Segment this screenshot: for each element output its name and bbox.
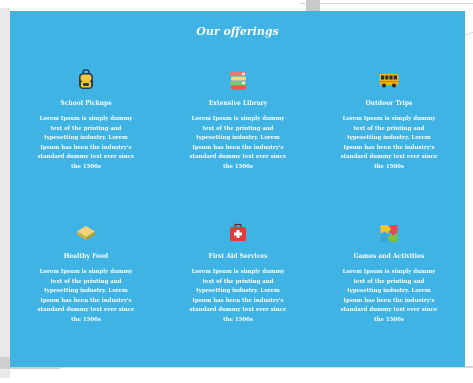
offering-name: Extensive Library bbox=[208, 100, 268, 107]
offering-name: Healthy Food bbox=[63, 253, 109, 260]
offering-description: Lorem Ipsum is simply dummy text of the … bbox=[189, 269, 287, 323]
offering-card-extensive-library: Extensive Library Lorem Ipsum is simply … bbox=[173, 69, 303, 173]
puzzle-icon bbox=[378, 222, 400, 244]
first-aid-kit-icon bbox=[227, 222, 249, 244]
offering-description: Lorem Ipsum is simply dummy text of the … bbox=[340, 269, 438, 323]
section-title: Our offerings bbox=[196, 25, 279, 38]
offering-name: First Aid Services bbox=[208, 253, 268, 260]
offering-description: Lorem Ipsum is simply dummy text of the … bbox=[189, 116, 287, 170]
offerings-section: Our offerings School Pickups Lorem Ipsum… bbox=[10, 11, 465, 367]
offering-description: Lorem Ipsum is simply dummy text of the … bbox=[340, 116, 438, 170]
offering-description: Lorem Ipsum is simply dummy text of the … bbox=[37, 116, 135, 170]
bus-icon bbox=[378, 69, 400, 91]
offering-card-first-aid-services: First Aid Services Lorem Ipsum is simply… bbox=[173, 222, 303, 326]
sandwich-icon bbox=[75, 222, 97, 244]
backpack-icon bbox=[75, 69, 97, 91]
offering-description: Lorem Ipsum is simply dummy text of the … bbox=[37, 269, 135, 323]
offering-card-healthy-food: Healthy Food Lorem Ipsum is simply dummy… bbox=[21, 222, 151, 326]
offering-name: Outdoor Trips bbox=[365, 100, 413, 107]
offering-name: School Pickups bbox=[60, 100, 112, 107]
screenshot-frame: Our offerings School Pickups Lorem Ipsum… bbox=[0, 0, 473, 383]
background-left-bar bbox=[0, 8, 10, 378]
offering-card-games-and-activities: Games and Activities Lorem Ipsum is simp… bbox=[324, 222, 454, 326]
offering-card-outdoor-trips: Outdoor Trips Lorem Ipsum is simply dumm… bbox=[324, 69, 454, 173]
offering-name: Games and Activities bbox=[353, 253, 425, 260]
offering-card-school-pickups: School Pickups Lorem Ipsum is simply dum… bbox=[21, 69, 151, 173]
books-icon bbox=[227, 69, 249, 91]
